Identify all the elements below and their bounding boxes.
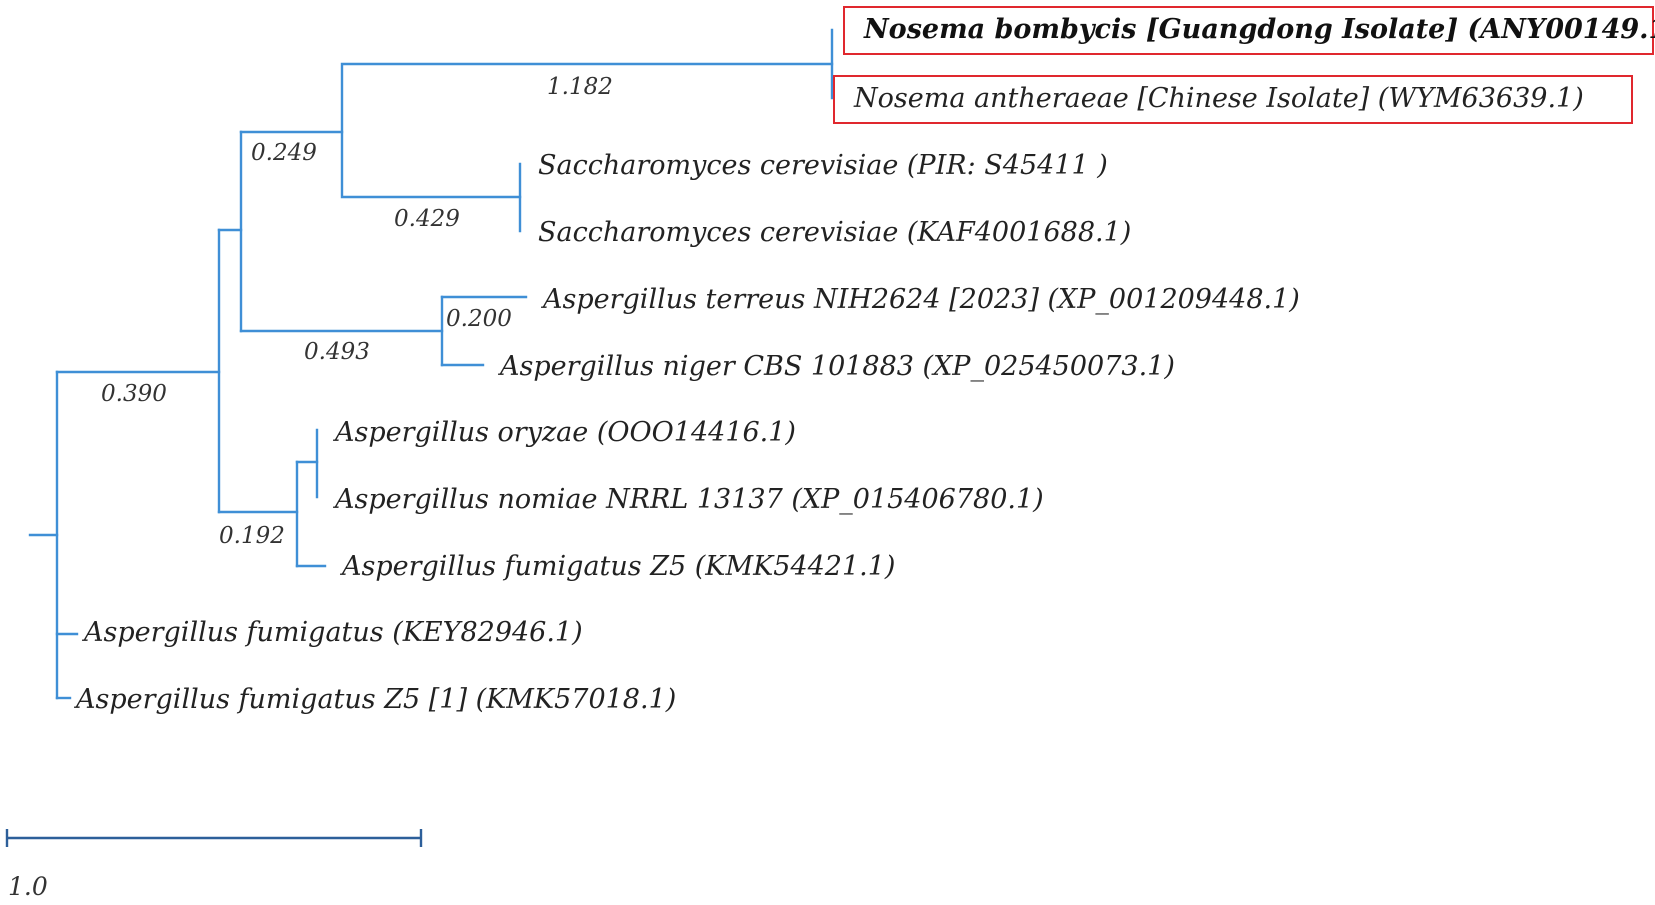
branch-length-0429: 0.429 [394,206,460,232]
leaf-label-aspergillus-niger: Aspergillus niger CBS 101883 (XP_0254500… [497,351,1175,382]
scale-bar: 1.0 [5,829,423,901]
leaf-label-aspergillus-oryzae: Aspergillus oryzae (OOO14416.1) [332,417,796,448]
leaf-label-saccharomyces-s45411: Saccharomyces cerevisiae (PIR: S45411 ) [538,150,1108,181]
leaf-label-aspergillus-fumigatus-key82946: Aspergillus fumigatus (KEY82946.1) [81,617,583,648]
phylogenetic-tree: Nosema bombycis [Guangdong Isolate] (ANY… [5,6,1655,901]
branch-to-saccharomyces-node [340,130,522,199]
leaf-label-nosema-bombycis: Nosema bombycis [Guangdong Isolate] (ANY… [863,14,1655,45]
branch-length-0493: 0.493 [304,339,370,365]
branch-length-0192: 0.192 [219,523,285,549]
branch-length-0390: 0.390 [101,381,167,407]
branch-length-labels: 1.182 0.249 0.429 0.200 0.493 0.390 0.19… [101,74,613,549]
scale-bar-line [5,829,423,847]
leaf-label-nosema-antheraeae: Nosema antheraeae [Chinese Isolate] (WYM… [853,83,1584,114]
leaf-label-aspergillus-terreus: Aspergillus terreus NIH2624 [2023] (XP_0… [540,284,1300,315]
branch-length-1182: 1.182 [547,74,613,100]
leaf-label-aspergillus-nomiae: Aspergillus nomiae NRRL 13137 (XP_015406… [332,484,1044,515]
leaf-label-saccharomyces-kaf4001688: Saccharomyces cerevisiae (KAF4001688.1) [538,217,1131,248]
branch-length-0200: 0.200 [446,306,512,332]
leaf-label-aspergillus-fumigatus-z5: Aspergillus fumigatus Z5 (KMK54421.1) [339,551,895,582]
branch-to-nosema-node [239,62,834,134]
branch-length-0249: 0.249 [251,140,317,166]
scale-bar-label: 1.0 [8,872,48,901]
leaf-label-aspergillus-fumigatus-z5-1: Aspergillus fumigatus Z5 [1] (KMK57018.1… [73,684,676,715]
